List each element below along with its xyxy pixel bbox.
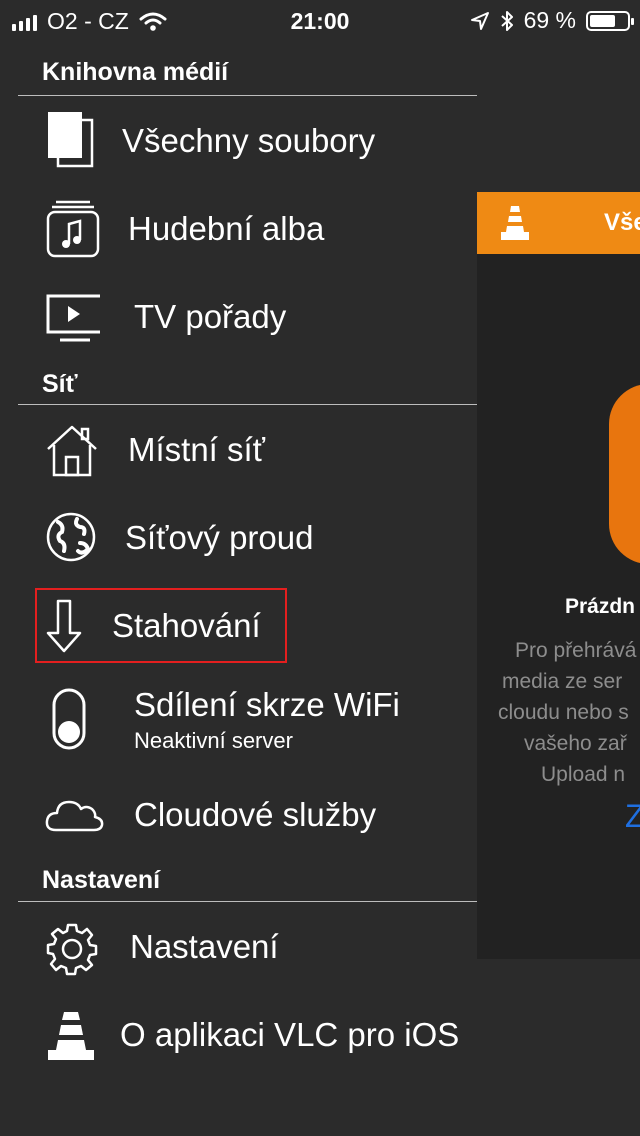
menu-item-cloud-services[interactable]: Cloudové služby xyxy=(0,770,477,858)
home-network-icon xyxy=(47,425,97,477)
bluetooth-icon xyxy=(500,10,513,31)
battery-icon xyxy=(586,10,634,31)
menu-item-network-stream[interactable]: Síťový proud xyxy=(0,493,477,581)
empty-state-link[interactable]: Z xyxy=(625,798,640,835)
menu-item-label: Síťový proud xyxy=(125,519,314,556)
menu-item-label: Místní síť xyxy=(128,431,266,468)
vlc-cone-icon xyxy=(48,1012,94,1060)
menu-item-about-vlc[interactable]: O aplikaci VLC pro iOS xyxy=(0,990,477,1078)
all-files-icon xyxy=(48,112,94,168)
description-line: media ze ser xyxy=(502,670,623,693)
description-line: cloudu nebo s xyxy=(498,701,629,724)
menu-item-local-network[interactable]: Místní síť xyxy=(0,405,477,493)
menu-item-label: Všechny soubory xyxy=(122,122,376,159)
main-content-panel[interactable]: Vše Prázdn Pro přehrává media ze ser clo… xyxy=(477,192,640,959)
menu-item-label: Hudební alba xyxy=(128,210,325,247)
gear-icon xyxy=(46,923,98,976)
vlc-cone-icon[interactable] xyxy=(499,204,531,242)
menu-item-settings[interactable]: Nastavení xyxy=(0,902,477,990)
description-line: Upload n xyxy=(541,763,626,786)
description-line: Pro přehrává xyxy=(515,639,637,662)
cloud-icon xyxy=(45,800,104,832)
navigation-bar: Vše xyxy=(477,192,640,254)
menu-item-wifi-sharing[interactable]: Sdílení skrze WiFi Neaktivní server xyxy=(0,672,477,772)
menu-item-label: Sdílení skrze WiFi xyxy=(134,686,400,723)
menu-item-all-files[interactable]: Všechny soubory xyxy=(0,96,477,184)
toggle-switch-icon xyxy=(52,688,86,750)
section-header-settings: Nastavení xyxy=(42,866,161,894)
description-line: vašeho zař xyxy=(524,732,627,755)
vlc-screen: O2 - CZ 21:00 69 % Knihovna médií Všechn… xyxy=(0,0,640,1136)
music-album-icon xyxy=(46,200,100,258)
section-header-network: Síť xyxy=(42,370,78,398)
battery-percent: 69 % xyxy=(523,7,576,33)
globe-icon xyxy=(46,512,96,562)
menu-item-music-albums[interactable]: Hudební alba xyxy=(0,184,477,272)
battery-fill xyxy=(590,14,615,27)
side-menu: Knihovna médií Všechny soubory Hudební a… xyxy=(0,0,477,1136)
empty-state-title: Prázdn xyxy=(565,595,636,618)
tv-icon xyxy=(46,294,100,342)
menu-item-label: O aplikaci VLC pro iOS xyxy=(120,1016,460,1053)
navigation-title: Vše xyxy=(604,209,640,236)
menu-item-tv-shows[interactable]: TV pořady xyxy=(0,272,477,360)
empty-state-description: Pro přehrává media ze ser cloudu nebo s … xyxy=(477,635,640,790)
menu-item-label: Nastavení xyxy=(130,928,279,965)
selection-highlight xyxy=(35,588,287,663)
empty-library-artwork xyxy=(609,384,640,564)
menu-item-label: Cloudové služby xyxy=(134,796,377,833)
menu-item-label: TV pořady xyxy=(134,298,287,335)
section-header-library: Knihovna médií xyxy=(42,58,229,86)
menu-item-sublabel: Neaktivní server xyxy=(134,728,293,753)
status-right: 69 % xyxy=(470,7,634,34)
